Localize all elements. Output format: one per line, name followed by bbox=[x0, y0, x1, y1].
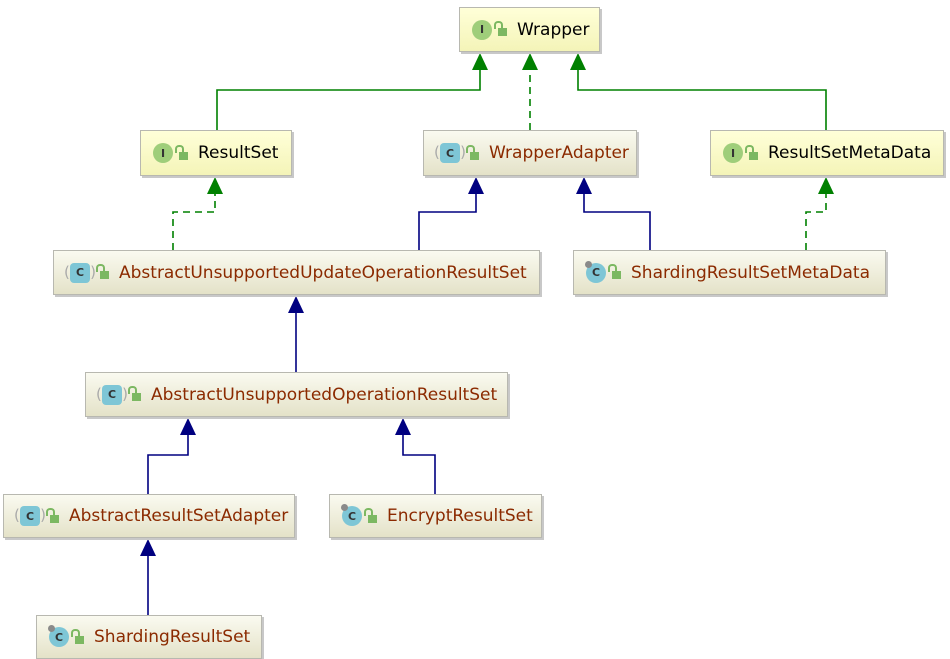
inheritance-edges bbox=[140, 53, 834, 615]
arrow bbox=[140, 539, 156, 556]
edge-arsa-auors bbox=[147, 427, 189, 494]
public-lock-icon bbox=[128, 386, 141, 401]
public-lock-icon bbox=[46, 507, 59, 523]
node-abstract-unsupported-update[interactable]: C AbstractUnsupportedUpdateOperationResu… bbox=[53, 250, 540, 295]
abstract-class-icon: C bbox=[64, 262, 96, 283]
interface-icon: I bbox=[472, 19, 492, 40]
edge-ers-auors bbox=[402, 427, 436, 494]
node-label: ShardingResultSetMetaData bbox=[631, 262, 870, 283]
public-lock-icon bbox=[494, 21, 507, 36]
node-label: ResultSetMetaData bbox=[768, 143, 932, 163]
abstract-class-icon: C bbox=[96, 384, 128, 405]
node-label: EncryptResultSet bbox=[387, 506, 533, 526]
node-label: AbstractUnsupportedOperationResultSet bbox=[151, 384, 498, 405]
arrow bbox=[207, 177, 223, 194]
node-wrapper[interactable]: I Wrapper bbox=[459, 7, 600, 52]
node-encrypt-result-set[interactable]: C EncryptResultSet bbox=[329, 494, 542, 538]
arrow bbox=[395, 418, 411, 435]
final-class-icon: C bbox=[585, 260, 606, 283]
public-lock-icon bbox=[364, 507, 377, 523]
arrow bbox=[472, 53, 488, 70]
node-abstract-unsupported-operation[interactable]: C AbstractUnsupportedOperationResultSet bbox=[85, 372, 508, 417]
node-wrapper-adapter[interactable]: C WrapperAdapter bbox=[423, 130, 637, 176]
edge-resultset-wrapper bbox=[216, 60, 481, 130]
public-lock-icon bbox=[466, 144, 479, 160]
node-label: Wrapper bbox=[517, 19, 590, 40]
node-sharding-result-set[interactable]: C ShardingResultSet bbox=[36, 615, 262, 659]
node-sharding-result-set-meta-data[interactable]: C ShardingResultSetMetaData bbox=[573, 250, 886, 295]
arrow bbox=[522, 53, 538, 70]
node-label: ShardingResultSet bbox=[94, 627, 251, 647]
node-result-set-meta-data[interactable]: I ResultSetMetaData bbox=[710, 130, 944, 176]
node-label: AbstractResultSetAdapter bbox=[69, 506, 289, 526]
arrow bbox=[818, 177, 834, 194]
public-lock-icon bbox=[175, 144, 188, 160]
arrow bbox=[570, 53, 586, 70]
edge-srsmd-resultsetmetadata bbox=[805, 186, 827, 250]
node-abstract-result-set-adapter[interactable]: C AbstractResultSetAdapter bbox=[3, 494, 295, 538]
node-label: ResultSet bbox=[198, 143, 279, 163]
final-class-icon: C bbox=[341, 504, 362, 526]
node-result-set[interactable]: I ResultSet bbox=[140, 130, 292, 176]
final-class-icon: C bbox=[48, 625, 69, 647]
arrow bbox=[576, 177, 592, 194]
abstract-class-icon: C bbox=[14, 506, 46, 526]
public-lock-icon bbox=[96, 264, 109, 279]
node-label: AbstractUnsupportedUpdateOperationResult… bbox=[119, 262, 527, 283]
edge-srsmd-wrapperadapter bbox=[583, 186, 651, 250]
arrow bbox=[180, 418, 196, 435]
public-lock-icon bbox=[745, 144, 758, 160]
interface-icon: I bbox=[153, 143, 173, 163]
arrow bbox=[468, 177, 484, 194]
arrow bbox=[288, 296, 304, 313]
edge-auuors-wrapperadapter bbox=[418, 186, 477, 250]
public-lock-icon bbox=[608, 264, 621, 279]
node-label: WrapperAdapter bbox=[489, 143, 629, 163]
edge-resultsetmetadata-wrapper bbox=[577, 60, 827, 130]
public-lock-icon bbox=[71, 628, 84, 644]
abstract-class-icon: C bbox=[434, 143, 466, 163]
edge-auuors-resultset bbox=[172, 186, 216, 250]
interface-icon: I bbox=[723, 143, 743, 163]
